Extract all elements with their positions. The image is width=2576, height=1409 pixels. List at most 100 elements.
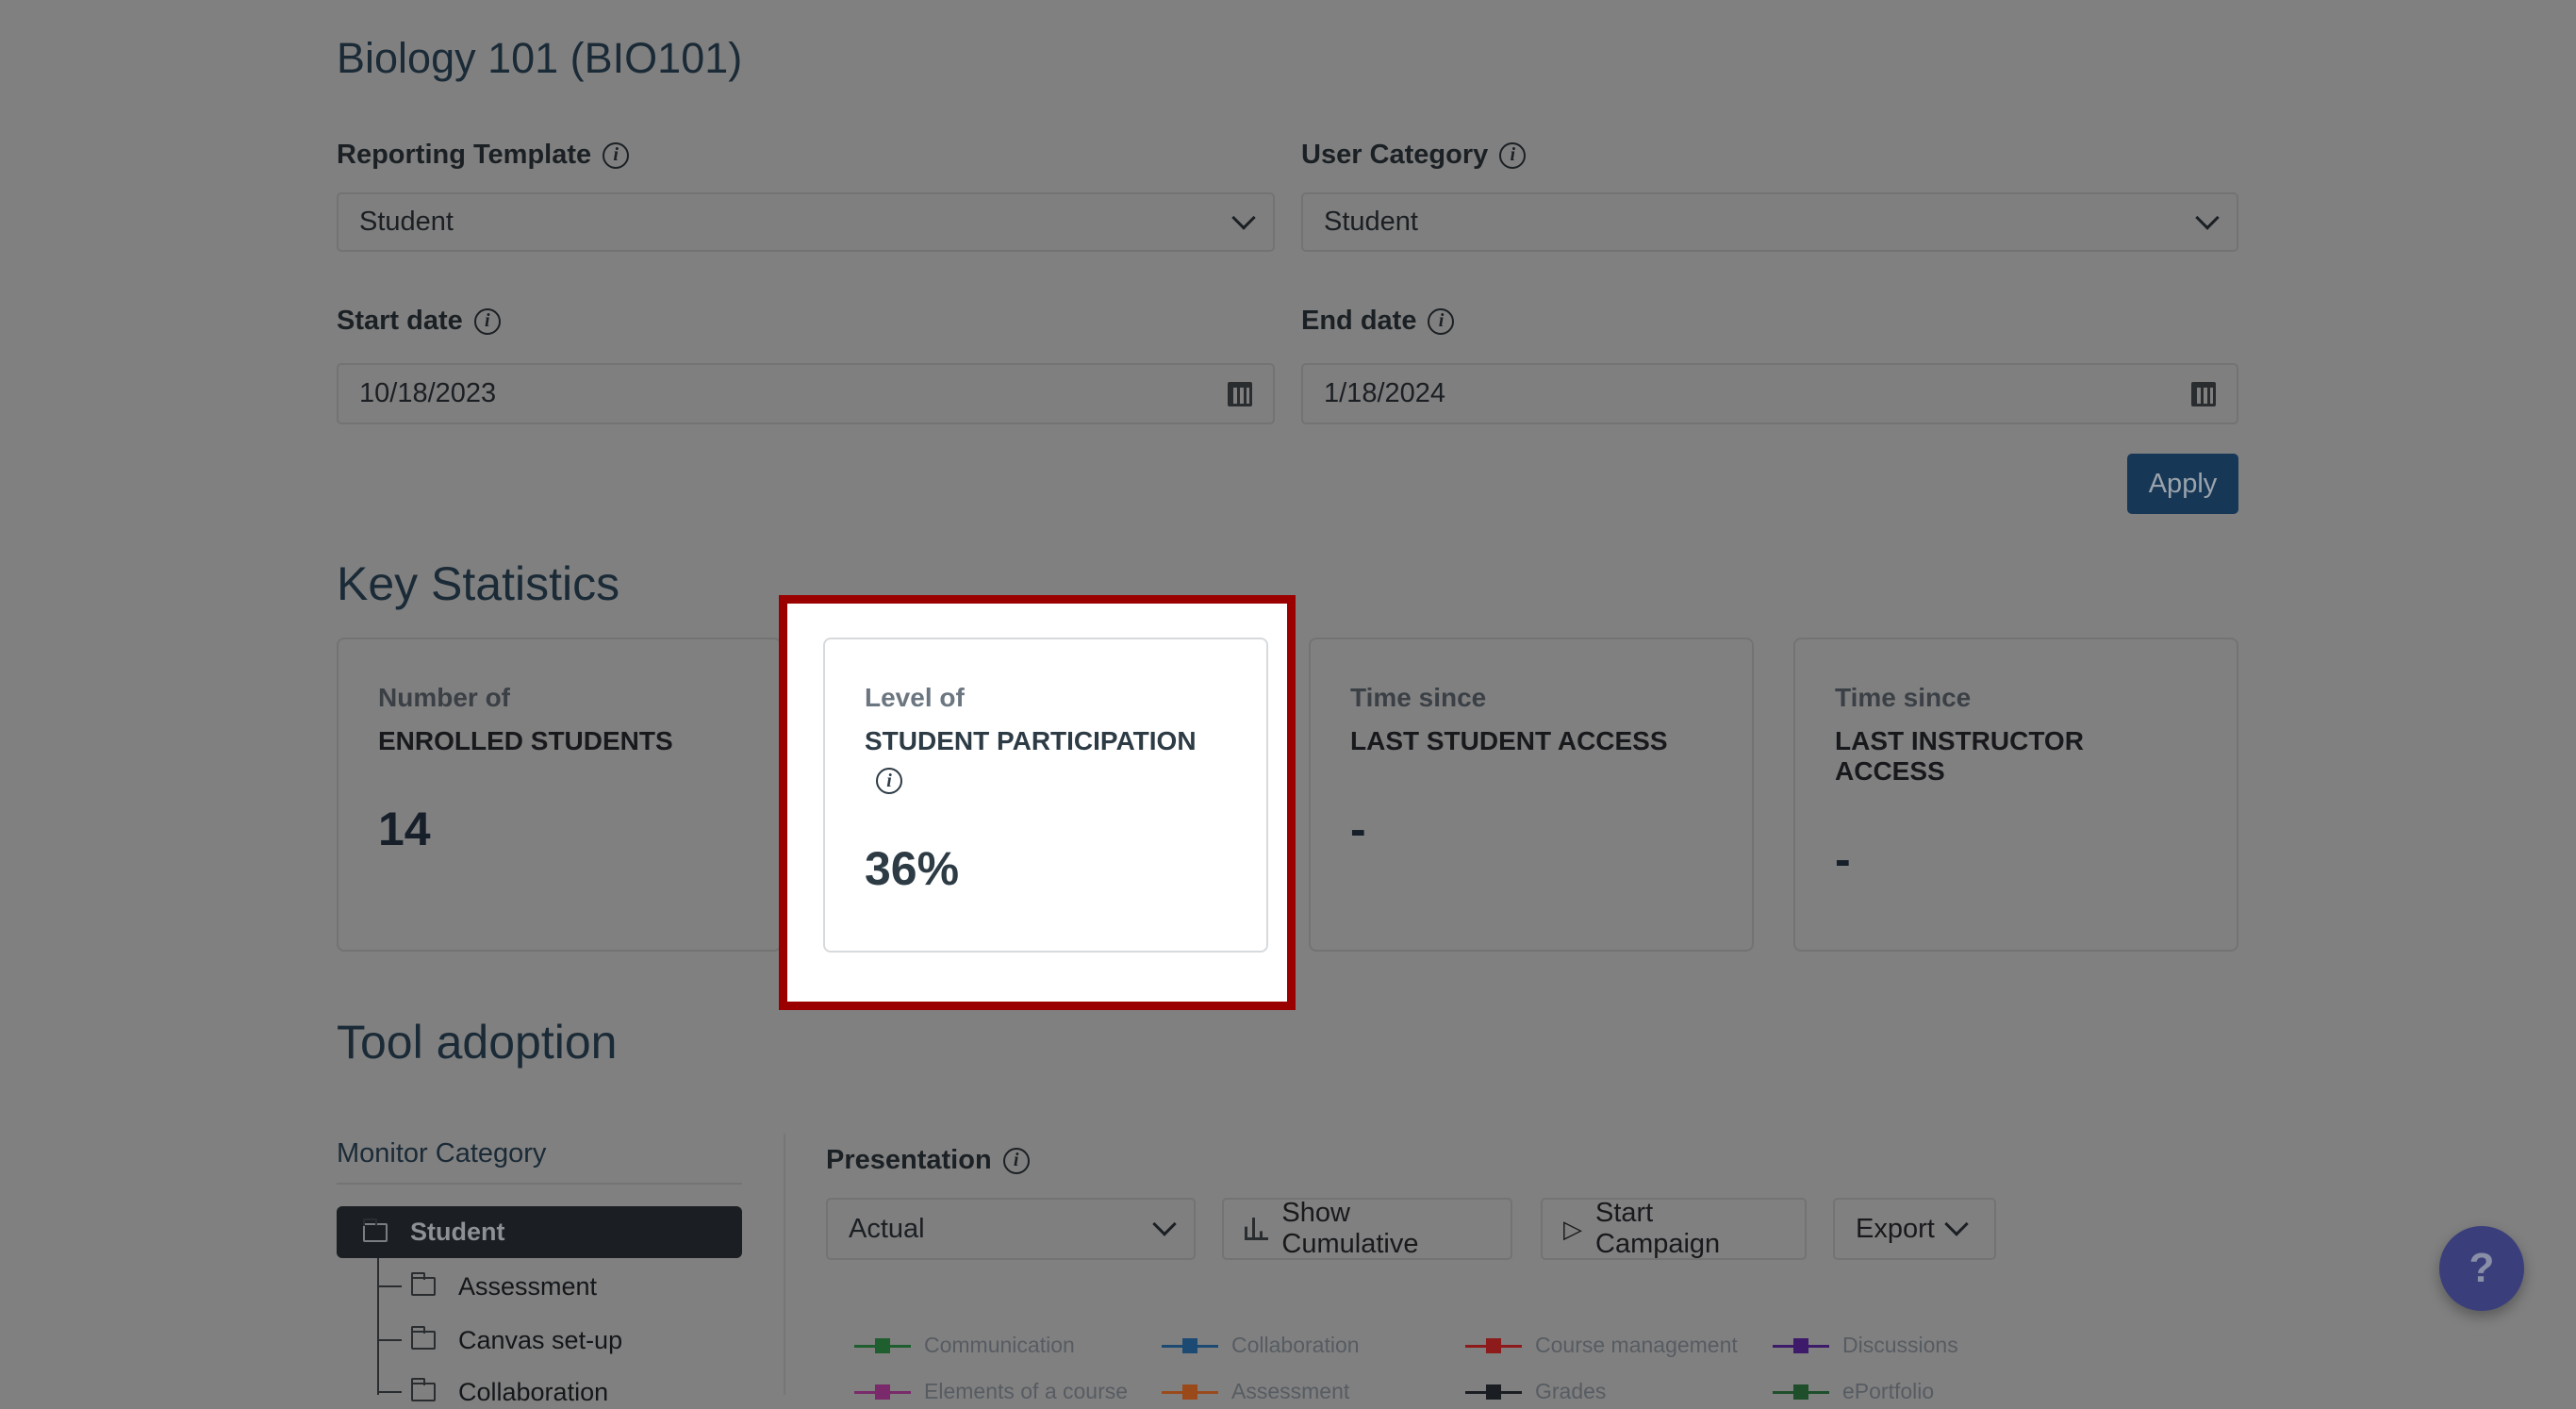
legend-marker-icon — [1162, 1337, 1218, 1353]
legend-item[interactable]: Communication — [854, 1333, 1075, 1358]
key-statistics-heading: Key Statistics — [337, 557, 620, 610]
legend-label: Elements of a course — [924, 1379, 1129, 1403]
start-date-input[interactable]: 10/18/2023 — [337, 363, 1275, 424]
stat-caption: STUDENT PARTICIPATION — [865, 726, 1197, 755]
folder-open-icon — [363, 1218, 388, 1242]
reporting-template-label: Reporting Template i — [337, 140, 630, 171]
monitor-category-label: Monitor Category — [337, 1138, 742, 1185]
user-category-label: User Category i — [1301, 140, 1527, 171]
info-icon[interactable]: i — [1428, 307, 1455, 335]
legend-label: ePortfolio — [1842, 1379, 1935, 1403]
reporting-template-select[interactable]: Student — [337, 192, 1275, 252]
divider — [784, 1134, 785, 1395]
legend-item[interactable]: ePortfolio — [1773, 1379, 1934, 1404]
stat-sub: Time since — [1835, 683, 1972, 712]
stat-value: 36% — [865, 842, 960, 895]
page-title: Biology 101 (BIO101) — [337, 34, 743, 82]
tree-item[interactable]: Collaboration — [377, 1375, 608, 1409]
stat-caption: ENROLLED STUDENTS — [378, 726, 673, 755]
chevron-down-icon — [1152, 1212, 1177, 1236]
legend-item[interactable]: Collaboration — [1162, 1333, 1360, 1358]
legend-marker-icon — [1773, 1384, 1829, 1400]
legend-label: Course management — [1535, 1333, 1738, 1357]
stat-caption: LAST INSTRUCTOR ACCESS — [1835, 726, 2084, 786]
legend-marker-icon — [854, 1337, 911, 1353]
chevron-down-icon — [1231, 205, 1256, 230]
legend-item[interactable]: Assessment — [1162, 1379, 1349, 1404]
input-value: 1/18/2024 — [1324, 378, 1446, 408]
presentation-select[interactable]: Actual — [826, 1198, 1196, 1260]
label-text: User Category — [1301, 140, 1489, 170]
stat-card-last-student-access: Time since LAST STUDENT ACCESS - — [1309, 638, 1754, 952]
tree-label: Student — [410, 1218, 505, 1246]
chevron-down-icon — [2195, 205, 2220, 230]
presentation-label: Presentation i — [826, 1145, 1030, 1176]
info-icon[interactable]: i — [603, 141, 630, 169]
tree-label: Collaboration — [458, 1377, 609, 1406]
calendar-icon[interactable] — [2191, 381, 2216, 406]
tool-adoption-heading: Tool adoption — [337, 1016, 618, 1069]
legend-marker-icon — [1773, 1337, 1829, 1353]
legend-marker-icon — [1162, 1384, 1218, 1400]
legend-marker-icon — [854, 1384, 911, 1400]
legend-label: Discussions — [1842, 1333, 1958, 1357]
end-date-label: End date i — [1301, 306, 1455, 337]
stat-value: - — [1350, 803, 1366, 855]
stat-value: - — [1835, 833, 1851, 886]
legend-item[interactable]: Grades — [1465, 1379, 1606, 1404]
info-icon[interactable]: i — [876, 768, 902, 794]
legend-marker-icon — [1465, 1337, 1522, 1353]
button-label: Start Campaign — [1595, 1198, 1721, 1259]
input-value: 10/18/2023 — [359, 378, 497, 408]
folder-icon — [411, 1272, 436, 1296]
legend-marker-icon — [1465, 1384, 1522, 1400]
export-button[interactable]: Export — [1833, 1198, 1996, 1260]
tree-item[interactable]: Assessment — [377, 1269, 597, 1303]
stat-value: 14 — [378, 803, 431, 855]
start-date-label: Start date i — [337, 306, 501, 337]
legend-label: Assessment — [1231, 1379, 1350, 1403]
button-label: Export — [1856, 1213, 1935, 1244]
tree-label: Canvas set-up — [458, 1325, 623, 1354]
show-cumulative-button[interactable]: Show Cumulative — [1222, 1198, 1512, 1260]
legend-item[interactable]: Elements of a course — [854, 1379, 1128, 1404]
legend-label: Collaboration — [1231, 1333, 1360, 1357]
select-value: Student — [1324, 207, 1418, 237]
start-campaign-button[interactable]: ▷ Start Campaign — [1541, 1198, 1807, 1260]
chevron-down-icon — [1944, 1212, 1969, 1236]
stat-sub: Level of — [865, 683, 965, 712]
label-text: Start date — [337, 306, 463, 336]
select-value: Student — [359, 207, 454, 237]
stat-sub: Time since — [1350, 683, 1487, 712]
label-text: Presentation — [826, 1145, 992, 1175]
folder-icon — [411, 1326, 436, 1350]
button-label: Show Cumulative — [1281, 1198, 1419, 1259]
highlight-frame: Level of STUDENT PARTICIPATION i 36% — [779, 595, 1296, 1010]
legend-label: Grades — [1535, 1379, 1607, 1403]
select-value: Actual — [849, 1213, 925, 1244]
info-icon[interactable]: i — [473, 307, 501, 335]
end-date-input[interactable]: 1/18/2024 — [1301, 363, 2238, 424]
stat-card-enrolled: Number of ENROLLED STUDENTS 14 — [337, 638, 782, 952]
stat-caption: LAST STUDENT ACCESS — [1350, 726, 1668, 755]
question-icon: ? — [2469, 1245, 2495, 1291]
tree-item-student[interactable]: Student — [337, 1206, 742, 1258]
tree-label: Assessment — [458, 1271, 598, 1301]
info-icon[interactable]: i — [1002, 1147, 1030, 1174]
tree-item[interactable]: Canvas set-up — [377, 1323, 622, 1357]
info-icon[interactable]: i — [1499, 141, 1527, 169]
bar-chart-icon — [1245, 1218, 1269, 1240]
calendar-icon[interactable] — [1228, 381, 1252, 406]
apply-button[interactable]: Apply — [2127, 454, 2238, 514]
help-button[interactable]: ? — [2439, 1226, 2524, 1311]
play-icon: ▷ — [1563, 1214, 1582, 1243]
stat-card-last-instructor-access: Time since LAST INSTRUCTOR ACCESS - — [1793, 638, 2238, 952]
legend-item[interactable]: Discussions — [1773, 1333, 1958, 1358]
label-text: End date — [1301, 306, 1417, 336]
legend-item[interactable]: Course management — [1465, 1333, 1738, 1358]
folder-icon — [411, 1378, 436, 1401]
user-category-select[interactable]: Student — [1301, 192, 2238, 252]
stat-card-participation: Level of STUDENT PARTICIPATION i 36% — [823, 638, 1268, 953]
stat-sub: Number of — [378, 683, 510, 712]
label-text: Reporting Template — [337, 140, 592, 170]
